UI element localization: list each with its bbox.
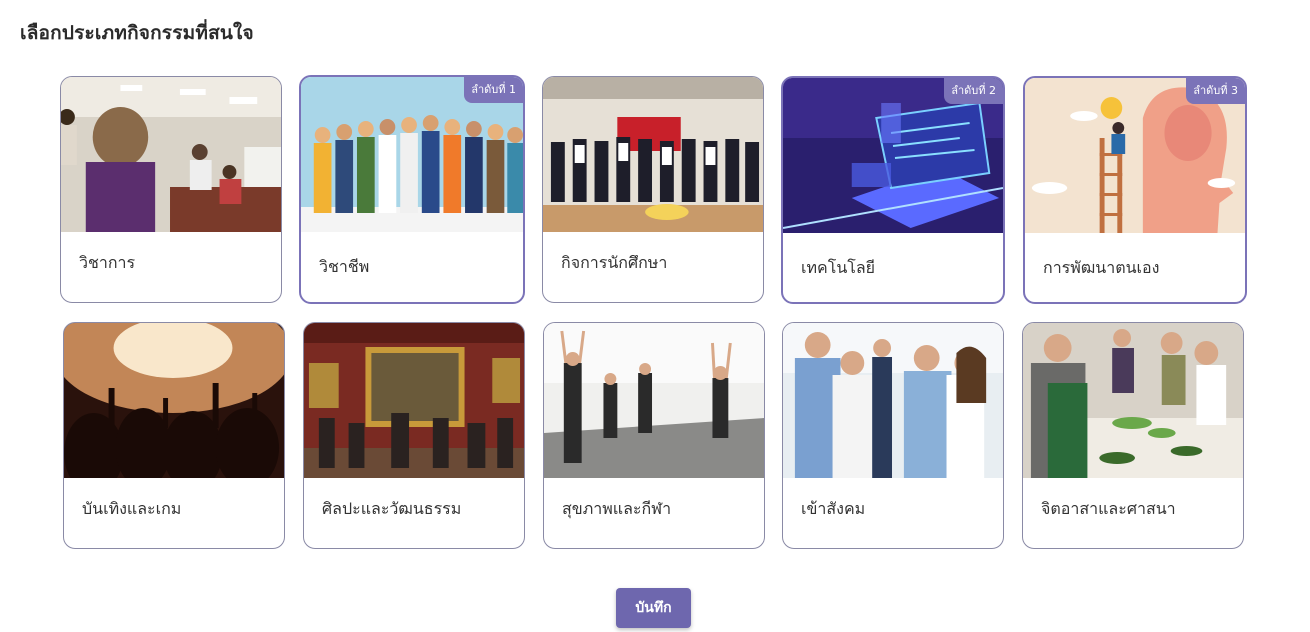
category-grid: วิชาการ ลำดับที่ 1 วิชาชีพ กิจการนักศึกษ…	[0, 0, 1310, 560]
category-card-volunteer-religion[interactable]: จิตอาสาและศาสนา	[1022, 322, 1244, 549]
category-card-arts-culture[interactable]: ศิลปะและวัฒนธรรม	[303, 322, 525, 549]
volunteering-image	[1023, 323, 1243, 478]
category-card-entertainment[interactable]: บันเทิงและเกม	[63, 322, 285, 549]
classroom-image	[61, 77, 281, 232]
category-label: กิจการนักศึกษา	[561, 253, 668, 272]
rank-badge: ลำดับที่ 3	[1186, 78, 1245, 104]
category-label: ศิลปะและวัฒนธรรม	[322, 499, 462, 518]
category-card-student-affairs[interactable]: กิจการนักศึกษา	[542, 76, 764, 303]
category-label: บันเทิงและเกม	[82, 499, 182, 518]
category-label: จิตอาสาและศาสนา	[1041, 499, 1176, 518]
rank-badge: ลำดับที่ 1	[464, 77, 523, 103]
save-button[interactable]: บันทึก	[616, 588, 691, 628]
category-label: เข้าสังคม	[801, 499, 866, 518]
category-card-self-development[interactable]: ลำดับที่ 3 การพัฒนาตนเอง	[1023, 76, 1247, 304]
category-card-health-sports[interactable]: สุขภาพและกีฬา	[543, 322, 765, 549]
category-card-technology[interactable]: ลำดับที่ 2 เทคโนโลยี	[781, 76, 1005, 304]
student-group-image	[543, 77, 763, 232]
concert-image	[64, 323, 284, 478]
category-card-professional[interactable]: ลำดับที่ 1 วิชาชีพ	[299, 75, 525, 304]
category-label: วิชาการ	[79, 253, 136, 272]
rank-badge: ลำดับที่ 2	[944, 78, 1003, 104]
category-label: วิชาชีพ	[319, 257, 370, 276]
category-label: การพัฒนาตนเอง	[1043, 258, 1160, 277]
category-label: สุขภาพและกีฬา	[562, 499, 672, 518]
yoga-class-image	[544, 323, 764, 478]
category-card-academic[interactable]: วิชาการ	[60, 76, 282, 303]
networking-image	[783, 323, 1003, 478]
category-label: เทคโนโลยี	[801, 258, 876, 277]
museum-image	[304, 323, 524, 478]
category-card-social[interactable]: เข้าสังคม	[782, 322, 1004, 549]
